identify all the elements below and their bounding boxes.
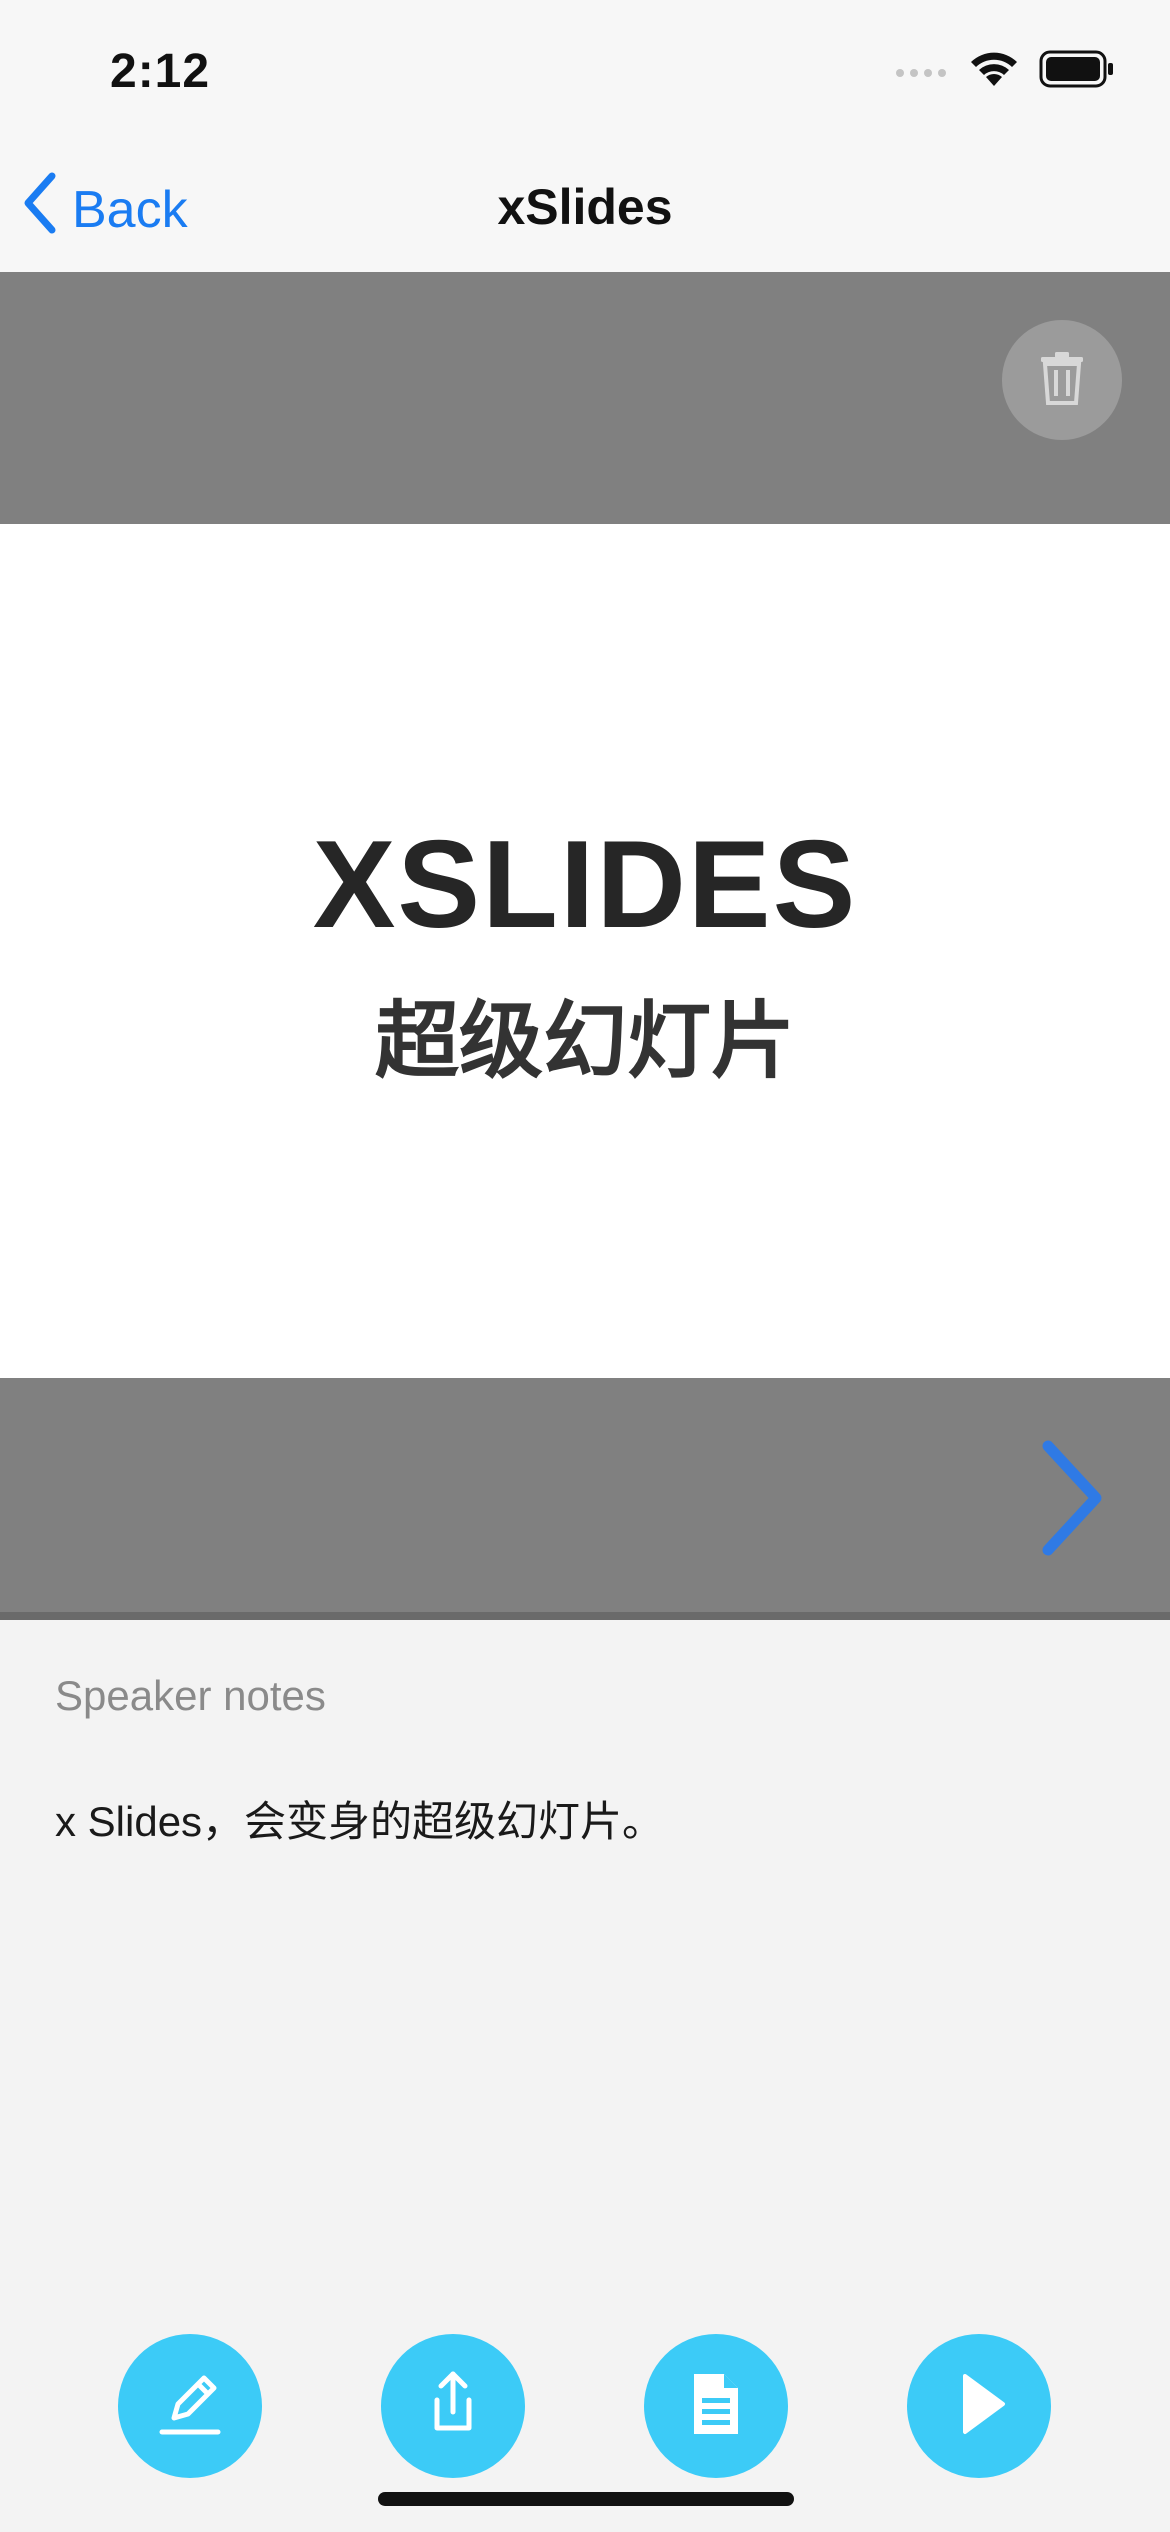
play-icon [939,2364,1019,2449]
status-icons [895,50,1115,93]
slide-title: XSLIDES [312,816,858,954]
share-icon [413,2364,493,2449]
slide-band-top [0,272,1170,524]
trash-icon [1039,351,1085,410]
notes-button[interactable] [644,2334,788,2478]
speaker-notes-label: Speaker notes [55,1672,326,1719]
screen: 2:12 Back xSlides XSLIDES 超级幻灯片 Speaker … [0,0,1170,2532]
document-icon [676,2364,756,2449]
nav-title: xSlides [497,179,673,235]
play-button[interactable] [907,2334,1051,2478]
top-bar: 2:12 Back xSlides [0,0,1170,272]
pencil-icon [150,2364,230,2449]
status-time: 2:12 [110,45,211,98]
delete-slide-button[interactable] [1002,320,1122,440]
divider [0,1612,1170,1620]
slide-band-bottom [0,1378,1170,1620]
slide-preview[interactable]: XSLIDES 超级幻灯片 [0,524,1170,1378]
battery-icon [1039,50,1115,93]
edit-button[interactable] [118,2334,262,2478]
signal-icon [895,59,949,84]
speaker-notes-text[interactable]: x Slides，会变身的超级幻灯片。 [55,1788,664,1849]
next-slide-button[interactable] [1034,1438,1114,1558]
chevron-right-icon [1034,1440,1114,1562]
slide-subtitle: 超级幻灯片 [374,994,795,1088]
share-button[interactable] [381,2334,525,2478]
home-indicator [378,2492,794,2506]
wifi-icon [969,50,1019,93]
